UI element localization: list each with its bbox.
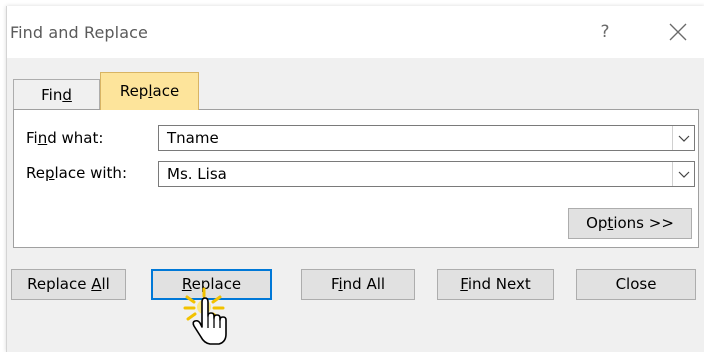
close-icon[interactable]: [665, 19, 691, 45]
replace-panel: Find what: Tname Replace with: Ms. Lisa …: [13, 109, 699, 248]
find-what-label: Find what:: [26, 129, 104, 147]
options-button[interactable]: Options >>: [568, 208, 692, 239]
find-what-input[interactable]: Tname: [167, 129, 219, 147]
replace-with-label: Replace with:: [26, 164, 127, 182]
find-all-button[interactable]: Find All: [301, 269, 415, 300]
tab-replace[interactable]: Replace: [100, 72, 199, 110]
find-what-combobox[interactable]: Tname: [158, 125, 695, 151]
screen: Find and Replace ? Find Replace Find wha…: [0, 0, 704, 352]
close-button[interactable]: Close: [576, 269, 696, 300]
title-bar: Find and Replace ?: [7, 6, 704, 58]
hand-cursor-icon: [183, 286, 247, 350]
help-button[interactable]: ?: [595, 20, 615, 44]
replace-all-button[interactable]: Replace All: [11, 269, 126, 300]
replace-with-input[interactable]: Ms. Lisa: [167, 165, 227, 183]
dialog-title: Find and Replace: [10, 23, 148, 42]
dropdown-arrow-icon[interactable]: [672, 126, 694, 150]
dropdown-arrow-icon[interactable]: [672, 162, 694, 186]
find-next-button[interactable]: Find Next: [437, 269, 554, 300]
replace-with-combobox[interactable]: Ms. Lisa: [158, 161, 695, 187]
tab-find[interactable]: Find: [13, 79, 100, 109]
find-replace-dialog: Find and Replace ? Find Replace Find wha…: [6, 6, 704, 352]
